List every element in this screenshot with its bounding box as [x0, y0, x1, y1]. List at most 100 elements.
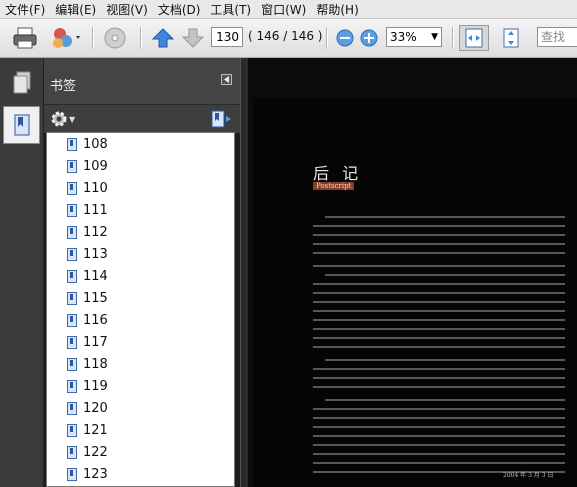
bookmark-item[interactable]: 119 — [47, 375, 234, 397]
text-line — [313, 417, 565, 419]
fit-page-icon — [503, 28, 519, 48]
menu-tools[interactable]: 工具(T) — [205, 1, 256, 18]
text-line — [313, 453, 565, 455]
menu-help[interactable]: 帮助(H) — [311, 1, 363, 18]
bookmark-item[interactable]: 123 — [47, 463, 234, 485]
printer-icon — [13, 27, 37, 49]
bookmark-item[interactable]: 111 — [47, 199, 234, 221]
menu-bar: 文件(F) 编辑(E) 视图(V) 文档(D) 工具(T) 窗口(W) 帮助(H… — [0, 0, 577, 19]
bookmark-item[interactable]: 110 — [47, 177, 234, 199]
bookmark-item[interactable]: 108 — [47, 133, 234, 155]
bookmark-expand-icon — [211, 110, 231, 128]
bookmark-label: 121 — [83, 422, 108, 438]
page-date: 2004 年 3 月 3 日 — [503, 472, 554, 479]
bookmark-icon — [14, 114, 29, 136]
bookmark-label: 110 — [83, 180, 108, 196]
zoom-in-button[interactable] — [358, 25, 380, 51]
bookmarks-panel-button[interactable] — [3, 106, 40, 144]
bookmarks-toolbar: ▼ — [44, 105, 240, 133]
bookmarks-header: 书签 — [44, 58, 240, 105]
text-line — [313, 408, 565, 410]
text-line — [313, 265, 565, 267]
menu-edit[interactable]: 编辑(E) — [50, 1, 101, 18]
bookmark-icon — [67, 467, 77, 481]
bookmark-item[interactable]: 109 — [47, 155, 234, 177]
menu-document[interactable]: 文档(D) — [153, 1, 206, 18]
bookmark-item[interactable]: 121 — [47, 419, 234, 441]
page-heading: 后 记 — [313, 164, 363, 183]
chevron-down-icon: ▼ — [69, 114, 76, 124]
arrow-down-icon — [182, 28, 204, 48]
bookmark-icon — [67, 137, 77, 151]
text-line — [313, 462, 565, 464]
text-line — [313, 435, 565, 437]
previous-page-button[interactable] — [150, 25, 176, 51]
text-line — [313, 444, 565, 446]
text-line — [313, 310, 565, 312]
bookmark-label: 114 — [83, 268, 108, 284]
menu-file[interactable]: 文件(F) — [0, 1, 50, 18]
chevron-down-icon: ▼ — [431, 32, 438, 42]
print-button[interactable] — [10, 25, 40, 51]
bookmark-label: 118 — [83, 356, 108, 372]
bookmark-icon — [67, 159, 77, 173]
cd-icon — [104, 27, 126, 49]
bookmark-icon — [67, 379, 77, 393]
bookmark-label: 116 — [83, 312, 108, 328]
bookmark-label: 115 — [83, 290, 108, 306]
bookmark-label: 109 — [83, 158, 108, 174]
text-line — [313, 337, 565, 339]
zoom-value: 33% — [390, 30, 417, 44]
bookmark-label: 120 — [83, 400, 108, 416]
expand-bookmark-button[interactable] — [210, 109, 232, 132]
share-icon — [53, 28, 80, 48]
fit-width-button[interactable] — [459, 25, 489, 51]
bookmark-label: 119 — [83, 378, 108, 394]
text-line — [313, 252, 565, 254]
collaborate-button[interactable] — [100, 25, 132, 51]
bookmark-item[interactable]: 122 — [47, 441, 234, 463]
page-subheading: Postscript — [313, 182, 355, 190]
bookmark-item[interactable]: 114 — [47, 265, 234, 287]
toolbar: 130 ( 146 / 146 ) 33% ▼ 查找 — [0, 19, 577, 58]
bookmark-icon — [67, 225, 77, 239]
bookmark-item[interactable]: 120 — [47, 397, 234, 419]
page-count-label: ( 146 / 146 ) — [248, 29, 323, 43]
bookmark-icon — [67, 269, 77, 283]
menu-view[interactable]: 视图(V) — [101, 1, 153, 18]
bookmark-icon — [67, 247, 77, 261]
zoom-out-button[interactable] — [334, 25, 356, 51]
zoom-select[interactable]: 33% ▼ — [386, 27, 442, 47]
bookmark-label: 108 — [83, 136, 108, 152]
text-line — [325, 399, 565, 401]
document-view[interactable]: 后 记 Postscript 2004 年 3 月 3 日 — [248, 58, 577, 487]
pages-panel-button[interactable] — [3, 64, 40, 102]
options-button[interactable]: ▼ — [50, 110, 75, 128]
bookmark-label: 112 — [83, 224, 108, 240]
text-line — [325, 216, 565, 218]
bookmark-label: 122 — [83, 444, 108, 460]
document-page: 后 记 Postscript 2004 年 3 月 3 日 — [253, 98, 577, 487]
bookmark-item[interactable]: 117 — [47, 331, 234, 353]
text-line — [313, 243, 565, 245]
bookmark-item[interactable]: 113 — [47, 243, 234, 265]
bookmark-item[interactable]: 118 — [47, 353, 234, 375]
bookmark-item[interactable]: 116 — [47, 309, 234, 331]
search-input[interactable]: 查找 — [537, 27, 577, 47]
fit-page-button[interactable] — [496, 25, 526, 51]
page-number-input[interactable]: 130 — [211, 27, 243, 47]
text-line — [313, 377, 565, 379]
text-line — [313, 386, 565, 388]
panel-splitter[interactable] — [240, 58, 248, 487]
next-page-button[interactable] — [180, 25, 206, 51]
bookmark-item[interactable]: 115 — [47, 287, 234, 309]
fit-width-icon — [465, 28, 483, 48]
bookmark-icon — [67, 203, 77, 217]
menu-window[interactable]: 窗口(W) — [256, 1, 311, 18]
bookmark-label: 111 — [83, 202, 108, 218]
bookmark-item[interactable]: 112 — [47, 221, 234, 243]
collapse-panel-button[interactable] — [221, 74, 232, 85]
bookmark-icon — [67, 401, 77, 415]
text-line — [313, 368, 565, 370]
share-button[interactable] — [48, 25, 86, 51]
